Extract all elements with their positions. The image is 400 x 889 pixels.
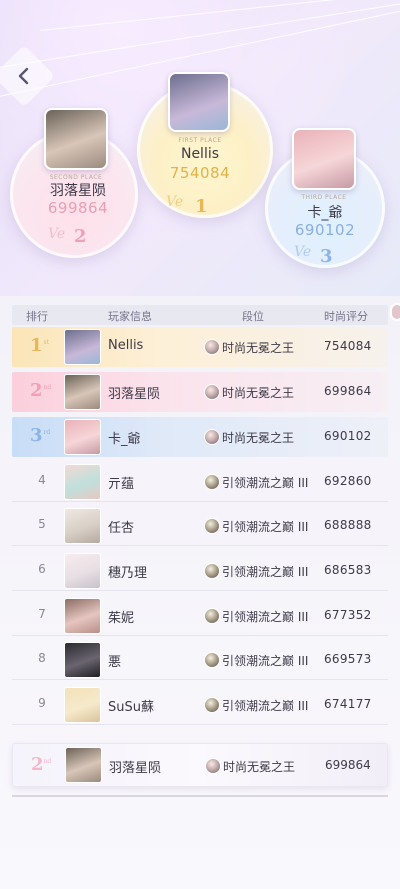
tier-label: 引领潮流之巅 III xyxy=(222,610,309,624)
fashion-score: 669573 xyxy=(324,652,372,666)
player-name: SuSu蘇 xyxy=(108,700,154,715)
tier-icon xyxy=(204,697,220,713)
player-name: Nellis xyxy=(108,338,144,353)
first-place-name: Nellis xyxy=(180,146,220,162)
rank-number: 4 xyxy=(38,473,46,487)
table-row[interactable]: 1st Nellis 时尚无冕之王 754084 xyxy=(12,327,388,367)
table-row[interactable]: 3rd 卡_爺 时尚无冕之王 690102 xyxy=(12,417,388,457)
second-place-script: Ve xyxy=(48,226,66,242)
tier-icon xyxy=(204,429,220,445)
player-name: 卡_爺 xyxy=(108,432,141,447)
avatar[interactable] xyxy=(64,374,101,410)
my-tier-label: 时尚无冕之王 xyxy=(223,760,296,774)
fashion-score: 692860 xyxy=(324,474,372,488)
divider xyxy=(12,795,388,797)
header-rank: 排行 xyxy=(26,310,48,323)
player-name: 穗乃理 xyxy=(108,566,148,581)
tier-icon xyxy=(204,474,220,490)
player-name: 茱妮 xyxy=(108,611,135,626)
table-header: 排行 玩家信息 段位 时尚评分 xyxy=(12,305,388,325)
tier-icon xyxy=(204,608,220,624)
player-name: 任杏 xyxy=(108,521,135,536)
rank-number: 7 xyxy=(38,607,46,621)
avatar[interactable] xyxy=(64,553,101,589)
avatar[interactable] xyxy=(64,329,101,365)
rank-badge: 3rd xyxy=(30,425,51,446)
first-place-score: 754084 xyxy=(169,164,231,182)
first-place-avatar[interactable] xyxy=(168,72,230,132)
rank-number: 6 xyxy=(38,562,46,576)
chevron-left-icon xyxy=(18,67,29,85)
tier-icon xyxy=(205,758,221,774)
third-place-label: THIRD PLACE xyxy=(301,194,347,201)
tier-icon xyxy=(204,384,220,400)
avatar[interactable] xyxy=(64,419,101,455)
second-place-avatar[interactable] xyxy=(44,108,108,170)
avatar[interactable] xyxy=(64,464,101,500)
third-place-rank: 3 xyxy=(320,246,333,267)
fashion-score: 688888 xyxy=(324,518,372,532)
tier-icon xyxy=(204,563,220,579)
third-place-avatar[interactable] xyxy=(292,128,356,190)
scroll-indicator[interactable] xyxy=(390,303,400,321)
rank-badge: 2nd xyxy=(30,380,52,401)
table-row[interactable]: 7 茱妮 引领潮流之巅 III 677352 xyxy=(12,596,388,636)
fashion-score: 677352 xyxy=(324,608,372,622)
tier-label: 引领潮流之巅 III xyxy=(222,654,309,668)
avatar[interactable] xyxy=(64,508,101,544)
tier-label: 引领潮流之巅 III xyxy=(222,476,309,490)
third-place-score: 690102 xyxy=(294,221,356,239)
second-place-score: 699864 xyxy=(47,199,109,217)
my-rank-badge: 2nd xyxy=(31,754,52,775)
tier-label: 引领潮流之巅 III xyxy=(222,520,309,534)
my-fashion-score: 699864 xyxy=(325,758,371,772)
table-row[interactable]: 6 穗乃理 引领潮流之巅 III 686583 xyxy=(12,551,388,591)
avatar[interactable] xyxy=(64,598,101,634)
table-row[interactable]: 5 任杏 引领潮流之巅 III 688888 xyxy=(12,506,388,546)
fashion-score: 690102 xyxy=(324,429,372,443)
tier-icon xyxy=(204,652,220,668)
player-name: 亓蕴 xyxy=(108,477,135,492)
second-place-rank: 2 xyxy=(74,226,87,247)
rank-number: 5 xyxy=(38,517,46,531)
header-player: 玩家信息 xyxy=(108,310,152,323)
player-name: 羽落星陨 xyxy=(108,387,161,402)
rank-number: 8 xyxy=(38,651,46,665)
header-tier: 段位 xyxy=(242,310,264,323)
third-place-name: 卡_爺 xyxy=(307,205,343,221)
fashion-score: 674177 xyxy=(324,697,372,711)
table-row[interactable]: 9 SuSu蘇 引领潮流之巅 III 674177 xyxy=(12,685,388,725)
my-rank-row[interactable]: 2nd 羽落星陨 时尚无冕之王 699864 xyxy=(12,743,388,787)
fashion-score: 754084 xyxy=(324,339,372,353)
first-place-label: FIRST PLACE xyxy=(178,137,222,144)
avatar[interactable] xyxy=(64,687,101,723)
tier-icon xyxy=(204,339,220,355)
tier-label: 时尚无冕之王 xyxy=(222,386,295,400)
fashion-score: 699864 xyxy=(324,384,372,398)
second-place-name: 羽落星陨 xyxy=(50,183,106,199)
header-score: 时尚评分 xyxy=(324,310,368,323)
light-streak xyxy=(39,0,400,31)
tier-label: 引领潮流之巅 III xyxy=(222,699,309,713)
tier-label: 引领潮流之巅 III xyxy=(222,565,309,579)
my-player-name: 羽落星陨 xyxy=(109,761,162,776)
table-row[interactable]: 8 悪 引领潮流之巅 III 669573 xyxy=(12,640,388,680)
avatar[interactable] xyxy=(64,642,101,678)
tier-icon xyxy=(204,518,220,534)
rank-badge: 1st xyxy=(30,335,50,356)
player-name: 悪 xyxy=(108,655,122,670)
tier-label: 时尚无冕之王 xyxy=(222,431,295,445)
rank-number: 9 xyxy=(38,696,46,710)
first-place-rank: 1 xyxy=(195,196,208,217)
light-streak xyxy=(0,0,400,71)
first-place-script: Ve xyxy=(166,194,184,210)
my-avatar[interactable] xyxy=(65,747,102,783)
fashion-score: 686583 xyxy=(324,563,372,577)
table-row[interactable]: 4 亓蕴 引领潮流之巅 III 692860 xyxy=(12,462,388,502)
table-row[interactable]: 2nd 羽落星陨 时尚无冕之王 699864 xyxy=(12,372,388,412)
tier-label: 时尚无冕之王 xyxy=(222,341,295,355)
third-place-script: Ve xyxy=(294,244,312,260)
